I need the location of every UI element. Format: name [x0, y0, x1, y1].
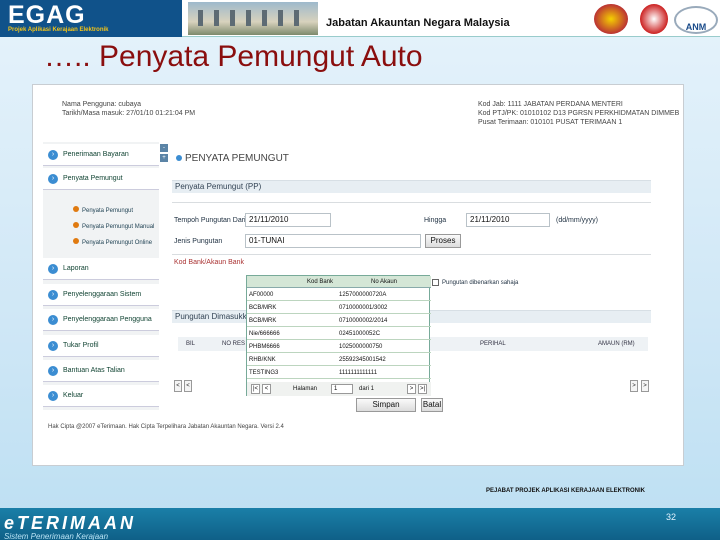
date-format-hint: (dd/mm/yyyy) [556, 217, 598, 224]
nav-bantuan[interactable]: › Bantuan Atas Talian [43, 360, 159, 382]
eterimaan-logo: eTERIMAAN [4, 513, 137, 533]
arrow-icon: › [48, 315, 58, 325]
nav-penyelenggaraan-pengguna[interactable]: › Penyelenggaraan Pengguna [43, 309, 159, 331]
hingga-label: Hingga [424, 217, 447, 224]
date-to-field[interactable]: 21/11/2010 [466, 213, 550, 227]
user-info-right: Kod Jab: 1111 JABATAN PERDANA MENTERI Ko… [478, 101, 680, 126]
expand-toggle[interactable]: + [160, 154, 168, 162]
last-page-button[interactable]: >| [418, 384, 427, 394]
agency-name: Jabatan Akauntan Negara Malaysia [326, 17, 510, 29]
list-item[interactable]: PHBM6666 1025000000750 [247, 341, 431, 353]
prev-page-button[interactable]: < [262, 384, 271, 394]
batal-button[interactable]: Batal [421, 398, 443, 412]
page-input[interactable]: 1 [331, 384, 353, 394]
simpan-button[interactable]: Simpan [356, 398, 416, 412]
scroll-left-button[interactable]: < [174, 380, 182, 392]
popup-header: Kod Bank No Akaun [247, 276, 431, 288]
scroll-right2-button[interactable]: > [641, 380, 649, 392]
first-page-button[interactable]: |< [251, 384, 260, 394]
footer-banner: eTERIMAAN Sistem Penerimaan Kerajaan 32 [0, 508, 720, 540]
anm-logo: ANM [674, 6, 718, 34]
checkbox-icon [432, 279, 439, 286]
list-item[interactable]: BCB/MRK 0710000002/2014 [247, 315, 431, 327]
arrow-icon: › [48, 341, 58, 351]
list-item[interactable]: AF00000 1257000000720A [247, 289, 431, 301]
kod-bank-popup: Kod Bank No Akaun AF00000 1257000000720A … [246, 275, 431, 396]
copyright-text: Hak Cipta @2007 eTerimaan. Hak Cipta Ter… [48, 424, 284, 430]
arrow-icon: › [48, 366, 58, 376]
slide-title: ….. Penyata Pemungut Auto [44, 40, 423, 73]
header-banner: EGAG Projek Aplikasi Kerajaan Elektronik… [0, 0, 720, 37]
nav-laporan[interactable]: › Laporan [43, 258, 159, 280]
scroll-right-button[interactable]: > [630, 380, 638, 392]
nav-penerimaan-bayaran[interactable]: › Penerimaan Bayaran [43, 144, 159, 166]
nav-penyelenggaraan-sistem[interactable]: › Penyelenggaraan Sistem [43, 284, 159, 306]
subnav-penyata-pemungut[interactable]: Penyata Pemungut [73, 206, 133, 214]
collapse-toggle[interactable]: - [160, 144, 168, 152]
tempoh-label: Tempoh Pungutan Dari [174, 217, 246, 224]
nav-tukar-profil[interactable]: › Tukar Profil [43, 335, 159, 357]
jenis-pungutan-field[interactable]: 01-TUNAI [245, 234, 421, 248]
org-name: PEJABAT PROJEK APLIKASI KERAJAAN ELEKTRO… [486, 488, 646, 494]
subnav-penyata-pemungut-online[interactable]: Penyata Pemungut Online [73, 238, 152, 246]
arrow-icon: › [48, 290, 58, 300]
bullet-icon [73, 206, 79, 212]
scroll-left2-button[interactable]: < [184, 380, 192, 392]
arrow-icon: › [48, 174, 58, 184]
bullet-icon [73, 222, 79, 228]
page-number: 32 [666, 512, 677, 522]
list-item[interactable]: BCB/MRK 0710000001/3002 [247, 302, 431, 314]
bullet-icon [176, 155, 182, 161]
kod-bank-label: Kod Bank/Akaun Bank [174, 259, 245, 266]
list-item[interactable]: RHB/KNK 25592345001542 [247, 354, 431, 366]
arrow-icon: › [48, 391, 58, 401]
subnav-penyata-pemungut-manual[interactable]: Penyata Pemungut Manual [73, 222, 154, 230]
bullet-icon [73, 238, 79, 244]
date-from-field[interactable]: 21/11/2010 [245, 213, 331, 227]
egag-logo: EGAG Projek Aplikasi Kerajaan Elektronik [0, 0, 182, 37]
user-info-left: Nama Pengguna: cubaya Tarikh/Masa masuk:… [62, 101, 196, 117]
nav-keluar[interactable]: › Keluar [43, 385, 159, 407]
list-item[interactable]: Nie/666666 02451000052C [247, 328, 431, 340]
arrow-icon: › [48, 264, 58, 274]
sidebar: › Penerimaan Bayaran › Penyata Pemungut Pe… [43, 142, 159, 410]
next-page-button[interactable]: > [407, 384, 416, 394]
arrow-icon: › [48, 150, 58, 160]
list-item[interactable]: TESTING3 1111111111111 [247, 367, 431, 379]
building-image [188, 2, 318, 35]
crest-logo [594, 4, 628, 34]
pungutan-checkbox[interactable]: Pungutan dibenarkan sahaja [432, 279, 518, 286]
section-title: PENYATA PEMUNGUT [176, 153, 289, 164]
jenis-label: Jenis Pungutan [174, 238, 223, 245]
brand-subtitle: Sistem Penerimaan Kerajaan [4, 532, 109, 540]
form-bar: Penyata Pemungut (PP) [172, 180, 651, 193]
proses-button[interactable]: Proses [425, 234, 461, 248]
popup-pager: |< < Halaman 1 dari 1 > >| [247, 382, 431, 396]
jan-logo [640, 4, 668, 34]
nav-penyata-pemungut[interactable]: › Penyata Pemungut [43, 168, 159, 190]
